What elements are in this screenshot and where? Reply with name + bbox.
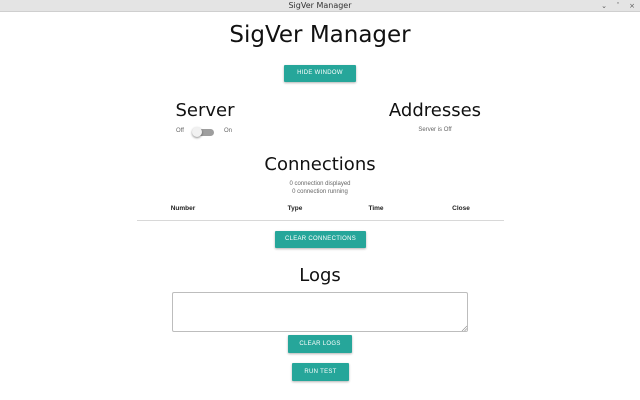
column-header-type: Type	[287, 205, 303, 212]
connections-heading: Connections	[264, 154, 376, 175]
hide-window-button[interactable]: Hide Window	[284, 65, 356, 82]
resize-grip-icon[interactable]	[461, 325, 467, 331]
server-off-label: Off	[176, 128, 184, 134]
page-title: SigVer Manager	[229, 22, 411, 48]
clear-logs-button[interactable]: Clear Logs	[288, 335, 352, 353]
maximize-icon[interactable]: ˆ	[614, 2, 622, 10]
connections-table-header: Number Type Time Close	[137, 202, 504, 221]
clear-connections-button[interactable]: Clear Connections	[275, 231, 366, 248]
app-content: SigVer Manager Hide Window Server Off On…	[0, 12, 640, 400]
server-toggle-knob	[192, 127, 202, 137]
window-titlebar: SigVer Manager ⌄ ˆ ×	[0, 0, 640, 12]
connections-running: 0 connection running	[292, 189, 348, 195]
connections-displayed: 0 connection displayed	[289, 181, 351, 187]
server-heading: Server	[175, 100, 235, 121]
close-icon[interactable]: ×	[628, 2, 636, 10]
column-header-time: Time	[368, 205, 384, 212]
column-header-number: Number	[170, 205, 196, 212]
run-test-button[interactable]: Run Test	[292, 363, 349, 381]
window-controls: ⌄ ˆ ×	[600, 0, 636, 12]
server-toggle[interactable]	[192, 126, 216, 138]
window-title: SigVer Manager	[288, 1, 352, 10]
logs-textarea[interactable]	[172, 292, 468, 332]
addresses-status: Server is Off	[418, 127, 452, 133]
minimize-icon[interactable]: ⌄	[600, 2, 608, 10]
logs-heading: Logs	[299, 265, 341, 286]
server-on-label: On	[223, 128, 232, 134]
addresses-heading: Addresses	[388, 100, 482, 121]
column-header-close: Close	[452, 205, 470, 212]
